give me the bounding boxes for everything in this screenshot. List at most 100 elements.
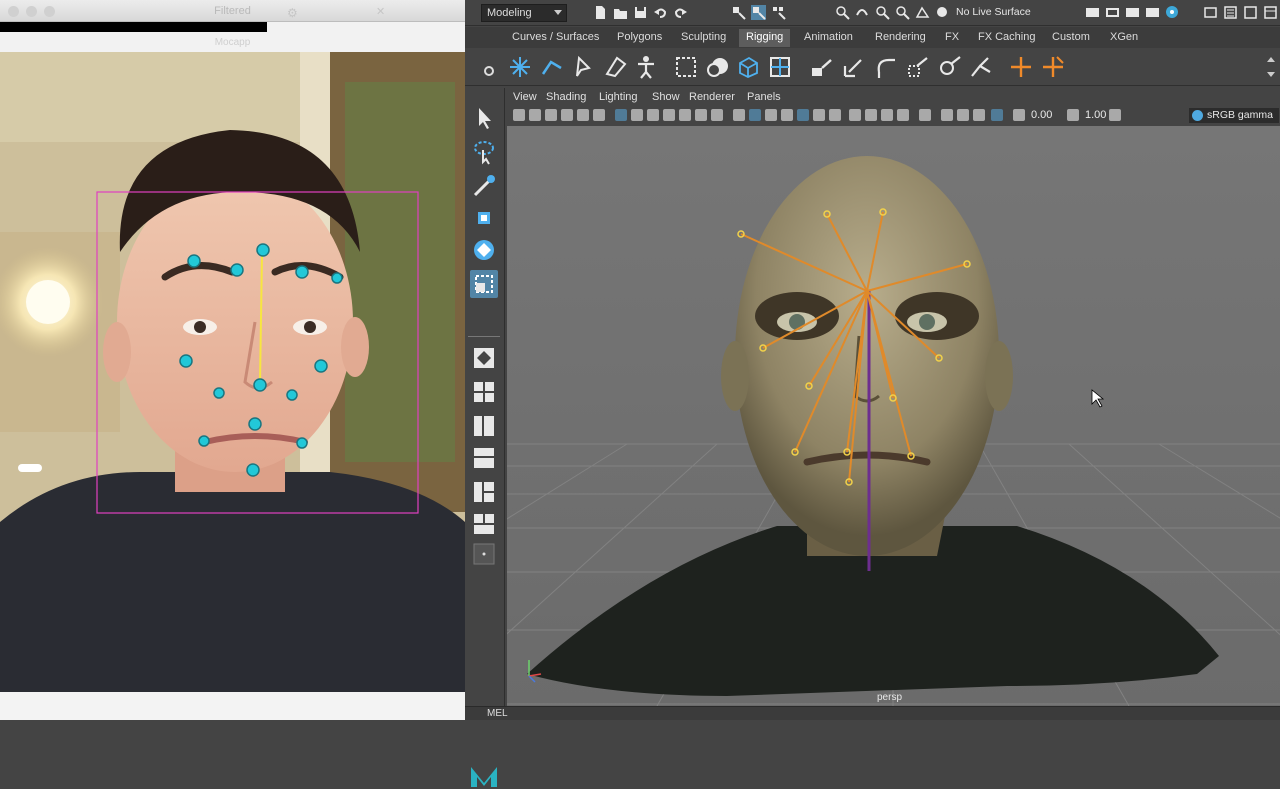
xray-active-components-icon[interactable] xyxy=(957,109,969,121)
more-layouts-icon[interactable] xyxy=(470,540,498,568)
snap-curve-icon[interactable] xyxy=(855,5,870,20)
shelf-settings-gear-icon[interactable] xyxy=(482,64,496,78)
field-chart-icon[interactable] xyxy=(679,109,691,121)
render-settings-icon[interactable] xyxy=(1145,5,1160,20)
tab-rigging[interactable]: Rigging xyxy=(739,29,791,47)
persp-outliner-layout-icon[interactable] xyxy=(470,412,498,440)
move-tool-icon[interactable] xyxy=(470,204,498,232)
wireframe-icon[interactable] xyxy=(733,109,745,121)
tab-rendering[interactable]: Rendering xyxy=(868,29,933,47)
xray-joints-icon[interactable] xyxy=(973,109,985,121)
view-transform-icon[interactable] xyxy=(1109,109,1121,121)
depth-of-field-icon[interactable] xyxy=(897,109,909,121)
gear-icon[interactable]: ⚙ xyxy=(287,6,298,20)
tab-animation[interactable]: Animation xyxy=(797,29,860,47)
persp-graph-hypergraph-layout-icon[interactable] xyxy=(470,510,498,538)
single-view-layout-icon[interactable] xyxy=(470,344,498,372)
shadows-icon[interactable] xyxy=(829,109,841,121)
gamma-value[interactable]: 1.00 xyxy=(1085,109,1106,121)
panel-menu-panels[interactable]: Panels xyxy=(747,91,781,103)
modeling-toolkit-icon[interactable] xyxy=(1203,5,1218,20)
tab-fx-caching[interactable]: FX Caching xyxy=(971,29,1042,47)
safe-title-icon[interactable] xyxy=(711,109,723,121)
humanik-icon[interactable] xyxy=(633,54,659,80)
lasso-tool-icon[interactable] xyxy=(470,138,498,166)
orient-constraint-icon[interactable] xyxy=(873,54,899,80)
tool-settings-icon[interactable] xyxy=(1243,5,1258,20)
command-line[interactable]: MEL xyxy=(465,706,1280,720)
cluster-icon[interactable] xyxy=(767,54,793,80)
undo-icon[interactable] xyxy=(653,5,668,20)
aim-constraint-icon[interactable] xyxy=(937,54,963,80)
grease-pencil-icon[interactable] xyxy=(593,109,605,121)
panel-menu-view[interactable]: View xyxy=(513,91,537,103)
exposure-value[interactable]: 0.00 xyxy=(1031,109,1052,121)
film-gate-icon[interactable] xyxy=(631,109,643,121)
joint-tool-icon[interactable] xyxy=(507,54,533,80)
screen-space-ao-icon[interactable] xyxy=(849,109,861,121)
pole-vector-constraint-icon[interactable] xyxy=(968,54,994,80)
perspective-viewport[interactable]: persp xyxy=(507,126,1280,706)
bind-skin-icon[interactable] xyxy=(673,54,699,80)
xray-icon[interactable] xyxy=(941,109,953,121)
render-frame-icon[interactable] xyxy=(1105,5,1120,20)
ik-spline-icon[interactable] xyxy=(571,54,597,80)
select-object-icon[interactable] xyxy=(751,5,766,20)
mirror-joint-icon[interactable] xyxy=(603,54,629,80)
tab-curves-surfaces[interactable]: Curves / Surfaces xyxy=(505,29,606,47)
panel-menu-renderer[interactable]: Renderer xyxy=(689,91,735,103)
select-tool-icon[interactable] xyxy=(470,104,498,132)
tab-xgen[interactable]: XGen xyxy=(1103,29,1145,47)
tab-custom[interactable]: Custom xyxy=(1045,29,1097,47)
backface-culling-icon[interactable] xyxy=(991,109,1003,121)
webcam-titlebar[interactable]: Filtered xyxy=(0,0,465,22)
set-driven-key-icon[interactable] xyxy=(1040,54,1066,80)
select-component-icon[interactable] xyxy=(771,5,786,20)
ik-handle-icon[interactable] xyxy=(539,54,565,80)
wireframe-on-shaded-icon[interactable] xyxy=(797,109,809,121)
bookmark-icon[interactable] xyxy=(545,109,557,121)
tab-sculpting[interactable]: Sculpting xyxy=(674,29,733,47)
color-management-dropdown[interactable]: sRGB gamma xyxy=(1189,108,1279,123)
snap-point-icon[interactable] xyxy=(875,5,890,20)
save-scene-icon[interactable] xyxy=(633,5,648,20)
render-view-icon[interactable] xyxy=(1085,5,1100,20)
point-constraint-icon[interactable] xyxy=(841,54,867,80)
hypershade-persp-layout-icon[interactable] xyxy=(470,478,498,506)
hypershade-icon[interactable] xyxy=(1165,5,1180,20)
parent-constraint-icon[interactable] xyxy=(809,54,835,80)
gamma-icon[interactable] xyxy=(1067,109,1079,121)
grid-toggle-icon[interactable] xyxy=(615,109,627,121)
four-view-layout-icon[interactable] xyxy=(470,378,498,406)
command-line-language[interactable]: MEL xyxy=(487,708,508,719)
ik-fk-switch-icon[interactable] xyxy=(1008,54,1034,80)
tab-fx[interactable]: FX xyxy=(938,29,966,47)
new-scene-icon[interactable] xyxy=(593,5,608,20)
persp-graph-layout-icon[interactable] xyxy=(470,444,498,472)
scale-tool-icon[interactable] xyxy=(470,270,498,298)
panel-menu-shading[interactable]: Shading xyxy=(546,91,586,103)
snap-surface-icon[interactable] xyxy=(915,5,930,20)
isolate-select-icon[interactable] xyxy=(919,109,931,121)
live-surface-label[interactable]: No Live Surface xyxy=(956,6,1031,18)
menu-set-dropdown[interactable]: Modeling xyxy=(481,4,567,22)
select-camera-icon[interactable] xyxy=(513,109,525,121)
open-scene-icon[interactable] xyxy=(613,5,628,20)
exposure-icon[interactable] xyxy=(1013,109,1025,121)
ipr-render-icon[interactable] xyxy=(1125,5,1140,20)
use-all-lights-icon[interactable] xyxy=(813,109,825,121)
panel-menu-show[interactable]: Show xyxy=(652,91,680,103)
snap-grid-icon[interactable] xyxy=(835,5,850,20)
default-material-icon[interactable] xyxy=(765,109,777,121)
redo-icon[interactable] xyxy=(673,5,688,20)
tab-polygons[interactable]: Polygons xyxy=(610,29,669,47)
close-icon[interactable]: ✕ xyxy=(376,5,385,18)
channel-box-icon[interactable] xyxy=(1263,5,1278,20)
two-d-pan-zoom-icon[interactable] xyxy=(577,109,589,121)
live-surface-icon[interactable] xyxy=(935,5,950,20)
multisample-aa-icon[interactable] xyxy=(881,109,893,121)
shelf-scroll-arrows[interactable] xyxy=(1266,54,1276,80)
paint-weights-icon[interactable] xyxy=(705,54,731,80)
smooth-shade-icon[interactable] xyxy=(749,109,761,121)
attribute-editor-icon[interactable] xyxy=(1223,5,1238,20)
